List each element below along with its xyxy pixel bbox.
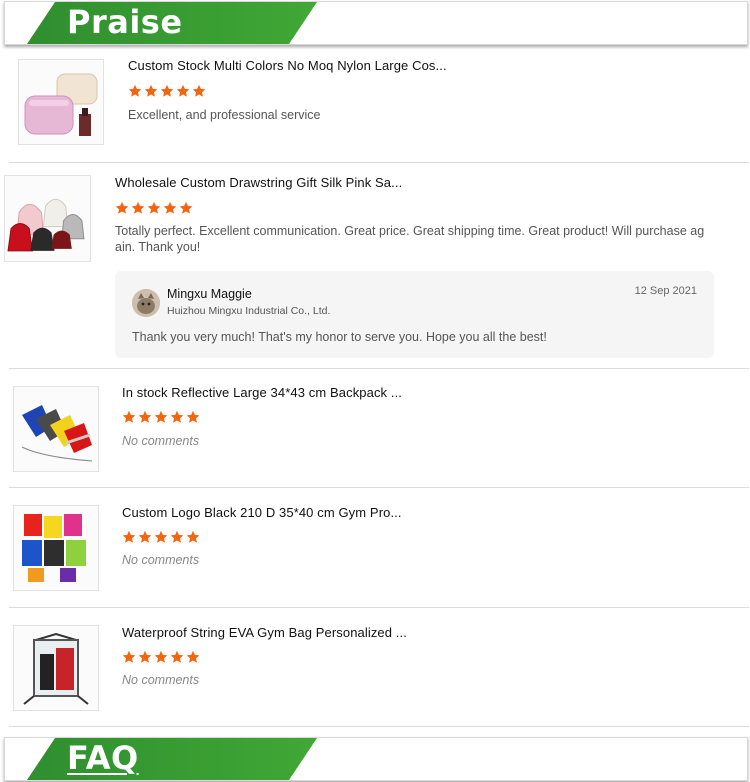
avatar <box>132 289 160 317</box>
star-icon <box>170 410 184 424</box>
product-title[interactable]: Custom Stock Multi Colors No Moq Nylon L… <box>128 58 447 73</box>
star-icon <box>186 410 200 424</box>
star-icon <box>122 650 136 664</box>
rating-stars <box>122 410 200 424</box>
star-icon <box>186 530 200 544</box>
reply-author-name: Mingxu Maggie <box>167 287 252 301</box>
product-thumbnail[interactable] <box>18 59 104 145</box>
product-title[interactable]: Custom Logo Black 210 D 35*40 cm Gym Pro… <box>122 505 402 520</box>
reply-message: Thank you very much! That's my honor to … <box>132 330 547 344</box>
reply-date: 12 Sep 2021 <box>634 285 697 297</box>
star-icon <box>144 84 158 98</box>
star-icon <box>163 201 177 215</box>
star-icon <box>115 201 129 215</box>
product-thumbnail[interactable] <box>4 175 91 262</box>
star-icon <box>131 201 145 215</box>
star-icon <box>138 650 152 664</box>
star-icon <box>154 530 168 544</box>
review-comment-line: ain. Thank you! <box>115 240 201 254</box>
faq-title: FAQ <box>67 739 139 777</box>
review-comment: No comments <box>122 673 200 687</box>
product-thumbnail[interactable] <box>13 505 99 591</box>
rating-stars <box>122 650 200 664</box>
star-icon <box>138 410 152 424</box>
review-comment: No comments <box>122 434 200 448</box>
product-thumbnail[interactable] <box>13 386 99 472</box>
star-icon <box>179 201 193 215</box>
star-icon <box>122 530 136 544</box>
faq-banner: FAQ <box>4 737 748 781</box>
star-icon <box>122 410 136 424</box>
product-title[interactable]: Waterproof String EVA Gym Bag Personaliz… <box>122 625 407 640</box>
rating-stars <box>122 530 200 544</box>
star-icon <box>147 201 161 215</box>
star-icon <box>176 84 190 98</box>
star-icon <box>192 84 206 98</box>
reply-company: Huizhou Mingxu Industrial Co., Ltd. <box>167 305 331 317</box>
review-comment: Totally perfect. Excellent communication… <box>115 223 715 255</box>
star-icon <box>138 530 152 544</box>
star-icon <box>160 84 174 98</box>
praise-banner: Praise <box>4 1 748 45</box>
star-icon <box>170 650 184 664</box>
star-icon <box>170 530 184 544</box>
seller-reply: Mingxu Maggie Huizhou Mingxu Industrial … <box>115 271 714 358</box>
review-comment: Excellent, and professional service <box>128 108 321 122</box>
review-comment: No comments <box>122 553 200 567</box>
product-thumbnail[interactable] <box>13 625 99 711</box>
product-title[interactable]: Wholesale Custom Drawstring Gift Silk Pi… <box>115 175 402 190</box>
product-title[interactable]: In stock Reflective Large 34*43 cm Backp… <box>122 385 402 400</box>
review-comment-line: Totally perfect. Excellent communication… <box>115 224 705 238</box>
star-icon <box>154 410 168 424</box>
praise-title: Praise <box>67 3 183 41</box>
rating-stars <box>128 84 206 98</box>
rating-stars <box>115 201 193 215</box>
star-icon <box>186 650 200 664</box>
star-icon <box>128 84 142 98</box>
star-icon <box>154 650 168 664</box>
